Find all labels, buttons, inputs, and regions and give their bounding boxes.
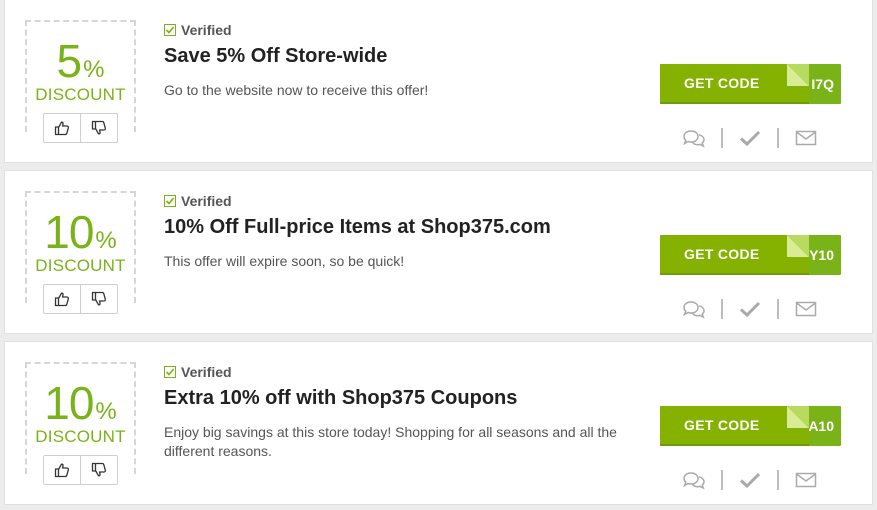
checkbox-checked-icon xyxy=(164,24,176,36)
peel-corner-shadow xyxy=(787,64,809,86)
checkbox-checked-icon xyxy=(164,195,176,207)
comments-button[interactable] xyxy=(681,298,707,320)
coupon-actions xyxy=(681,126,831,150)
thumbs-down-icon xyxy=(91,462,107,477)
discount-label: DISCOUNT xyxy=(35,427,126,446)
envelope-icon xyxy=(795,301,817,317)
vote-buttons xyxy=(43,113,118,143)
envelope-icon xyxy=(795,130,817,146)
comments-icon xyxy=(683,130,705,148)
thumbs-down-button[interactable] xyxy=(80,285,117,313)
verified-label: Verified xyxy=(181,193,232,209)
coupon-actions xyxy=(681,297,831,321)
coupon-actions xyxy=(681,468,831,492)
discount-amount: 5% xyxy=(27,37,134,85)
discount-label: DISCOUNT xyxy=(35,85,126,104)
comments-button[interactable] xyxy=(681,127,707,149)
divider xyxy=(721,128,723,148)
get-code-label: GET CODE xyxy=(684,75,760,91)
thumbs-up-button[interactable] xyxy=(44,114,80,142)
works-button[interactable] xyxy=(737,469,763,491)
vote-buttons xyxy=(43,455,118,485)
coupon-code-peek: I7Q xyxy=(811,76,834,92)
coupon-card: 10% DISCOUNT Verified Extra 10% off with… xyxy=(4,341,873,505)
coupon-code-peek: A10 xyxy=(808,418,834,434)
coupon-card: 5% DISCOUNT Verified Save 5% Off Store-w… xyxy=(4,0,873,163)
envelope-icon xyxy=(795,472,817,488)
get-code-label: GET CODE xyxy=(684,417,760,433)
thumbs-down-button[interactable] xyxy=(80,114,117,142)
comments-button[interactable] xyxy=(681,469,707,491)
verified-badge: Verified xyxy=(164,364,232,380)
coupon-description: Enjoy big savings at this store today! S… xyxy=(164,424,617,459)
verified-badge: Verified xyxy=(164,193,232,209)
share-email-button[interactable] xyxy=(793,298,819,320)
thumbs-up-icon xyxy=(54,121,70,136)
coupon-title[interactable]: 10% Off Full-price Items at Shop375.com xyxy=(164,216,551,239)
discount-value: 10 xyxy=(44,377,94,429)
peel-corner-shadow xyxy=(787,406,809,428)
discount-value: 5 xyxy=(56,35,83,87)
verified-badge: Verified xyxy=(164,22,232,38)
discount-percent-sign: % xyxy=(95,227,117,254)
verified-label: Verified xyxy=(181,364,232,380)
discount-amount: 10% xyxy=(27,379,134,427)
peel-corner-shadow xyxy=(787,235,809,257)
divider xyxy=(777,128,779,148)
comments-icon xyxy=(683,472,705,490)
thumbs-up-icon xyxy=(54,292,70,307)
checkmark-icon xyxy=(739,301,761,318)
thumbs-down-icon xyxy=(91,120,107,135)
works-button[interactable] xyxy=(737,298,763,320)
checkbox-checked-icon xyxy=(164,366,176,378)
discount-label: DISCOUNT xyxy=(35,256,126,275)
get-code-button[interactable]: A10 GET CODE xyxy=(660,406,841,446)
divider xyxy=(721,299,723,319)
divider xyxy=(777,299,779,319)
thumbs-up-button[interactable] xyxy=(44,285,80,313)
thumbs-down-icon xyxy=(91,291,107,306)
discount-percent-sign: % xyxy=(83,56,105,83)
thumbs-down-button[interactable] xyxy=(80,456,117,484)
coupon-title[interactable]: Extra 10% off with Shop375 Coupons xyxy=(164,387,517,410)
discount-value: 10 xyxy=(44,206,94,258)
coupon-description: Go to the website now to receive this of… xyxy=(164,82,429,98)
discount-amount: 10% xyxy=(27,208,134,256)
checkmark-icon xyxy=(739,472,761,489)
comments-icon xyxy=(683,301,705,319)
divider xyxy=(721,470,723,490)
divider xyxy=(777,470,779,490)
coupon-description: This offer will expire soon, so be quick… xyxy=(164,253,405,269)
coupon-title[interactable]: Save 5% Off Store-wide xyxy=(164,45,387,68)
checkmark-icon xyxy=(739,130,761,147)
share-email-button[interactable] xyxy=(793,127,819,149)
vote-buttons xyxy=(43,284,118,314)
coupon-code-peek: Y10 xyxy=(809,247,834,263)
discount-percent-sign: % xyxy=(95,398,117,425)
get-code-label: GET CODE xyxy=(684,246,760,262)
thumbs-up-button[interactable] xyxy=(44,456,80,484)
share-email-button[interactable] xyxy=(793,469,819,491)
works-button[interactable] xyxy=(737,127,763,149)
get-code-button[interactable]: Y10 GET CODE xyxy=(660,235,841,275)
verified-label: Verified xyxy=(181,22,232,38)
get-code-button[interactable]: I7Q GET CODE xyxy=(660,64,841,104)
thumbs-up-icon xyxy=(54,463,70,478)
coupon-card: 10% DISCOUNT Verified 10% Off Full-price… xyxy=(4,170,873,334)
